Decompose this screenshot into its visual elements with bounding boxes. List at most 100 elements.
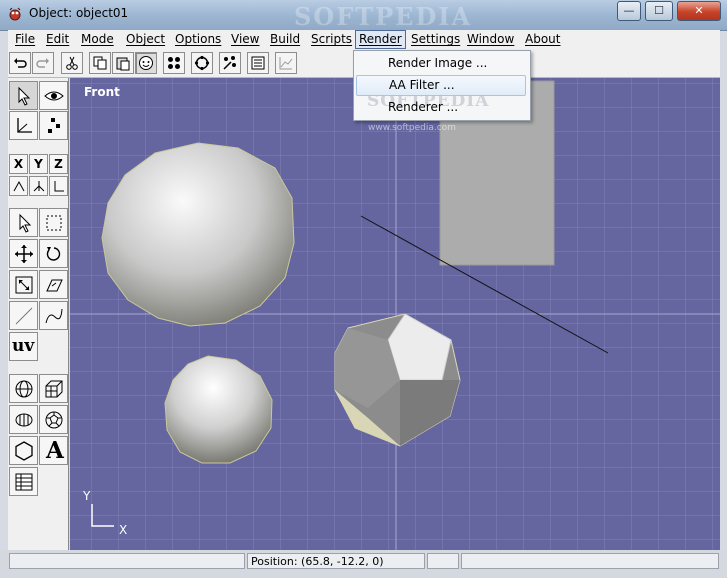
sphere-button[interactable] xyxy=(135,52,157,74)
orbit-button[interactable] xyxy=(191,52,213,74)
globe-icon xyxy=(15,380,33,398)
undo-button[interactable] xyxy=(9,52,31,74)
axis-y-toggle[interactable]: Y xyxy=(29,154,48,174)
large-sphere[interactable] xyxy=(101,142,295,327)
minimize-button[interactable]: — xyxy=(617,1,641,21)
axis-button[interactable] xyxy=(9,111,38,140)
curve-icon xyxy=(45,308,63,324)
cube-grid-icon xyxy=(45,380,63,398)
aa-filter-item[interactable]: AA Filter ... xyxy=(356,75,526,96)
paste-icon xyxy=(116,57,130,71)
screen-axis-icon xyxy=(54,181,64,192)
table-tool-button[interactable] xyxy=(9,467,38,496)
close-button[interactable]: ✕ xyxy=(677,1,721,21)
menu-build[interactable]: Build xyxy=(270,32,300,46)
paste-button[interactable] xyxy=(112,52,134,74)
cylinder-icon xyxy=(15,413,33,427)
box-select-button[interactable] xyxy=(39,208,68,237)
line-icon xyxy=(15,307,33,325)
move-button[interactable] xyxy=(9,239,38,268)
axis-x-label: X xyxy=(13,157,24,171)
axis-y-label: Y xyxy=(34,157,43,171)
axis-y-indicator: Y xyxy=(82,489,91,503)
uv-button[interactable]: uv xyxy=(9,332,38,361)
pick-button[interactable] xyxy=(9,208,38,237)
menu-scripts[interactable]: Scripts xyxy=(311,32,352,46)
redo-button[interactable] xyxy=(32,52,54,74)
vertices-button[interactable] xyxy=(163,52,185,74)
undo-icon xyxy=(14,58,27,68)
renderer-item[interactable]: Renderer ... xyxy=(354,97,528,118)
select-button[interactable] xyxy=(9,81,38,110)
snap-icon xyxy=(223,56,236,70)
menu-settings[interactable]: Settings xyxy=(411,32,460,46)
menu-mode[interactable]: Mode xyxy=(81,32,114,46)
maximize-button[interactable]: ☐ xyxy=(645,1,673,21)
text-tool-button[interactable]: A xyxy=(39,436,68,465)
hexagon-icon xyxy=(15,441,33,461)
scale-icon xyxy=(15,276,33,294)
local-axis-icon xyxy=(13,180,25,192)
pointer-icon xyxy=(19,213,32,233)
menu-render[interactable]: Render xyxy=(355,30,406,49)
shear-button[interactable] xyxy=(39,270,68,299)
render-image-item[interactable]: Render Image ... xyxy=(354,53,528,74)
text-tool-label: A xyxy=(46,437,64,464)
app-icon[interactable] xyxy=(7,6,23,22)
redo-icon xyxy=(36,58,49,68)
menu-edit[interactable]: Edit xyxy=(46,32,69,46)
cylinder-tool-button[interactable] xyxy=(9,405,38,434)
screen-axis-button[interactable] xyxy=(49,176,68,196)
uv-label: uv xyxy=(12,336,35,356)
menu-window[interactable]: Window xyxy=(467,32,514,46)
viewport-label: Front xyxy=(84,85,120,99)
render-menu: SOFTPEDIA Render Image ... AA Filter ...… xyxy=(353,50,531,133)
axis-icon xyxy=(17,118,32,133)
window-title: Object: object01 xyxy=(29,6,129,20)
menu-bar: File Edit Mode Object Options View Build… xyxy=(8,30,720,51)
axis-x-toggle[interactable]: X xyxy=(9,154,28,174)
shear-icon xyxy=(46,279,63,292)
status-bar: Position: (65.8, -12.2, 0) xyxy=(0,550,727,578)
rotate-button[interactable] xyxy=(39,239,68,268)
points-icon xyxy=(48,118,60,133)
local-axis-button[interactable] xyxy=(9,176,28,196)
status-extra xyxy=(427,553,459,569)
axis-z-toggle[interactable]: Z xyxy=(49,154,68,174)
tool-panel: X Y Z uv A xyxy=(8,78,69,550)
dots-icon xyxy=(168,57,180,69)
copy-button[interactable] xyxy=(89,52,111,74)
polyhedron-icon xyxy=(45,411,63,429)
sphere-tool-button[interactable] xyxy=(9,374,38,403)
marquee-icon xyxy=(46,215,62,231)
points-button[interactable] xyxy=(39,111,68,140)
list-button[interactable] xyxy=(247,52,269,74)
list-icon xyxy=(251,56,265,70)
snap-button[interactable] xyxy=(219,52,241,74)
dropdown-watermark-url: www.softpedia.com xyxy=(368,123,456,133)
sphere-icon xyxy=(139,56,153,70)
graph-icon xyxy=(279,57,293,70)
curve-button[interactable] xyxy=(39,301,68,330)
view-button[interactable] xyxy=(39,81,68,110)
polygon-tool-button[interactable] xyxy=(9,436,38,465)
menu-options[interactable]: Options xyxy=(175,32,221,46)
scale-button[interactable] xyxy=(9,270,38,299)
polyhedron-tool-button[interactable] xyxy=(39,405,68,434)
circle-icon xyxy=(194,55,210,71)
watermark: SOFTPEDIA xyxy=(294,2,473,31)
rotate-icon xyxy=(46,247,61,261)
cube-tool-button[interactable] xyxy=(39,374,68,403)
global-axis-button[interactable] xyxy=(29,176,48,196)
cut-button[interactable] xyxy=(61,52,83,74)
viewport-front[interactable]: Y X Front xyxy=(70,78,720,550)
menu-object[interactable]: Object xyxy=(126,32,165,46)
menu-file[interactable]: File xyxy=(15,32,35,46)
move-icon xyxy=(15,245,33,263)
graph-button[interactable] xyxy=(275,52,297,74)
line-button[interactable] xyxy=(9,301,38,330)
title-bar: Object: object01 SOFTPEDIA — ☐ ✕ xyxy=(0,0,727,31)
menu-view[interactable]: View xyxy=(231,32,259,46)
viewport-canvas[interactable]: Y X Front xyxy=(70,78,720,550)
menu-about[interactable]: About xyxy=(525,32,560,46)
